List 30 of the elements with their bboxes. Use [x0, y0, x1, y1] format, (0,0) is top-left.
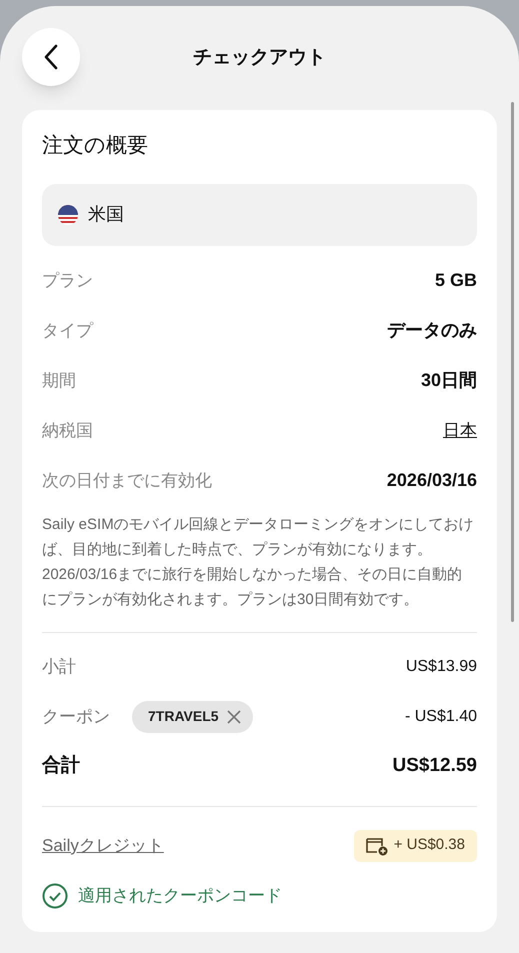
credit-badge: + US$0.38 — [354, 830, 477, 862]
detail-value: 2026/03/16 — [386, 469, 477, 492]
detail-label: 期間 — [42, 370, 76, 392]
section-title: 注文の概要 — [42, 133, 149, 159]
close-icon — [226, 710, 241, 724]
total-value: US$12.59 — [392, 754, 477, 778]
page-title: チェックアウト — [193, 46, 326, 68]
detail-value: 30日間 — [420, 369, 477, 392]
coupon-chip: 7TRAVEL5 — [132, 700, 253, 732]
subtotal-label: 小計 — [42, 656, 76, 678]
detail-label: 次の日付までに有効化 — [42, 470, 212, 492]
remove-coupon-button[interactable] — [226, 710, 241, 724]
credit-link[interactable]: Sailyクレジット — [42, 832, 164, 858]
coupon-label: クーポン — [42, 706, 111, 728]
detail-link[interactable]: 日本 — [443, 418, 477, 444]
detail-label: タイプ — [42, 320, 93, 342]
detail-label: プラン — [42, 270, 93, 292]
country-name: 米国 — [88, 203, 124, 226]
wallet-plus-icon — [366, 836, 388, 856]
flag-icon — [58, 204, 78, 224]
back-icon — [43, 44, 59, 70]
check-circle-icon — [42, 882, 68, 908]
total-label: 合計 — [42, 754, 80, 778]
applied-coupon-message: 適用されたクーポンコード — [78, 884, 282, 907]
detail-value: 5 GB — [434, 269, 477, 292]
detail-label: 納税国 — [42, 420, 93, 442]
subtotal-value: US$13.99 — [406, 656, 477, 676]
detail-value: データのみ — [387, 319, 477, 342]
activation-note: Saily eSIMのモバイル回線とデータローミングをオンにしておけば、目的地に到着した時点で、プランが有効になります。2026/03/16までに旅行を開始しなかった場合、その日に自動的にプランが有効化されます。プランは30日間有効です。 — [42, 514, 475, 610]
discount-value: - US$1.40 — [404, 706, 477, 726]
